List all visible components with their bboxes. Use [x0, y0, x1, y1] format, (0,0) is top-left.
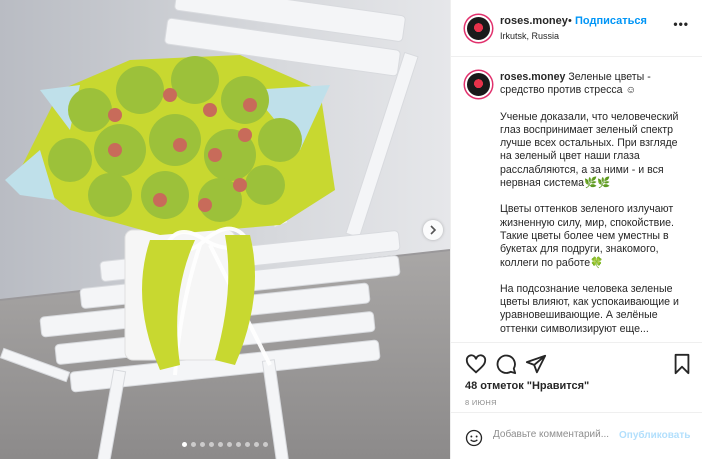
carousel-dot — [209, 442, 214, 447]
heart-icon[interactable] — [465, 353, 487, 375]
location-link[interactable]: Irkutsk, Russia — [500, 31, 559, 41]
publish-button[interactable]: Опубликовать — [619, 430, 690, 441]
comment-input[interactable] — [493, 429, 617, 440]
post-panel: roses.money • Подписаться Irkutsk, Russi… — [450, 0, 702, 459]
comment-icon[interactable] — [495, 353, 517, 375]
carousel-dot — [218, 442, 223, 447]
carousel-dot — [245, 442, 250, 447]
smile-icon[interactable] — [465, 429, 483, 447]
carousel-indicator — [0, 442, 450, 447]
carousel-dot — [191, 442, 196, 447]
carousel-dot — [227, 442, 232, 447]
caption-paragraph: На подсознание человека зеленые цветы вл… — [500, 282, 679, 335]
caption-avatar[interactable] — [465, 71, 492, 98]
caption-section[interactable]: roses.money Зеленые цветы - средство прот… — [451, 57, 702, 342]
post-photo[interactable] — [0, 0, 450, 459]
bouquet-image — [0, 0, 450, 459]
caption-text: roses.money Зеленые цветы - средство прот… — [500, 71, 689, 336]
carousel-dot — [200, 442, 205, 447]
header-username[interactable]: roses.money — [500, 15, 568, 27]
likes-count[interactable]: 48 отметок "Нравится" — [465, 380, 589, 392]
carousel-next-button[interactable] — [423, 220, 443, 240]
carousel-dot — [182, 442, 187, 447]
carousel-dot — [263, 442, 268, 447]
share-icon[interactable] — [525, 353, 547, 375]
chevron-right-icon — [430, 225, 437, 235]
bookmark-icon[interactable] — [671, 353, 693, 375]
follow-button[interactable]: Подписаться — [575, 15, 647, 27]
follow-separator: • — [568, 15, 572, 27]
caption-username[interactable]: roses.money — [500, 71, 565, 83]
caption-paragraph: Цветы оттенков зеленого излучают жизненн… — [500, 203, 675, 269]
post-date[interactable]: 8 ИЮНЯ — [465, 398, 497, 407]
comment-box: Опубликовать — [451, 412, 702, 459]
more-dots-icon[interactable]: ••• — [673, 17, 689, 31]
caption-paragraph: Ученые доказали, что человеческий глаз в… — [500, 110, 679, 190]
carousel-dot — [254, 442, 259, 447]
post-header: roses.money • Подписаться Irkutsk, Russi… — [451, 0, 702, 57]
carousel-dot — [236, 442, 241, 447]
avatar[interactable] — [465, 15, 492, 42]
